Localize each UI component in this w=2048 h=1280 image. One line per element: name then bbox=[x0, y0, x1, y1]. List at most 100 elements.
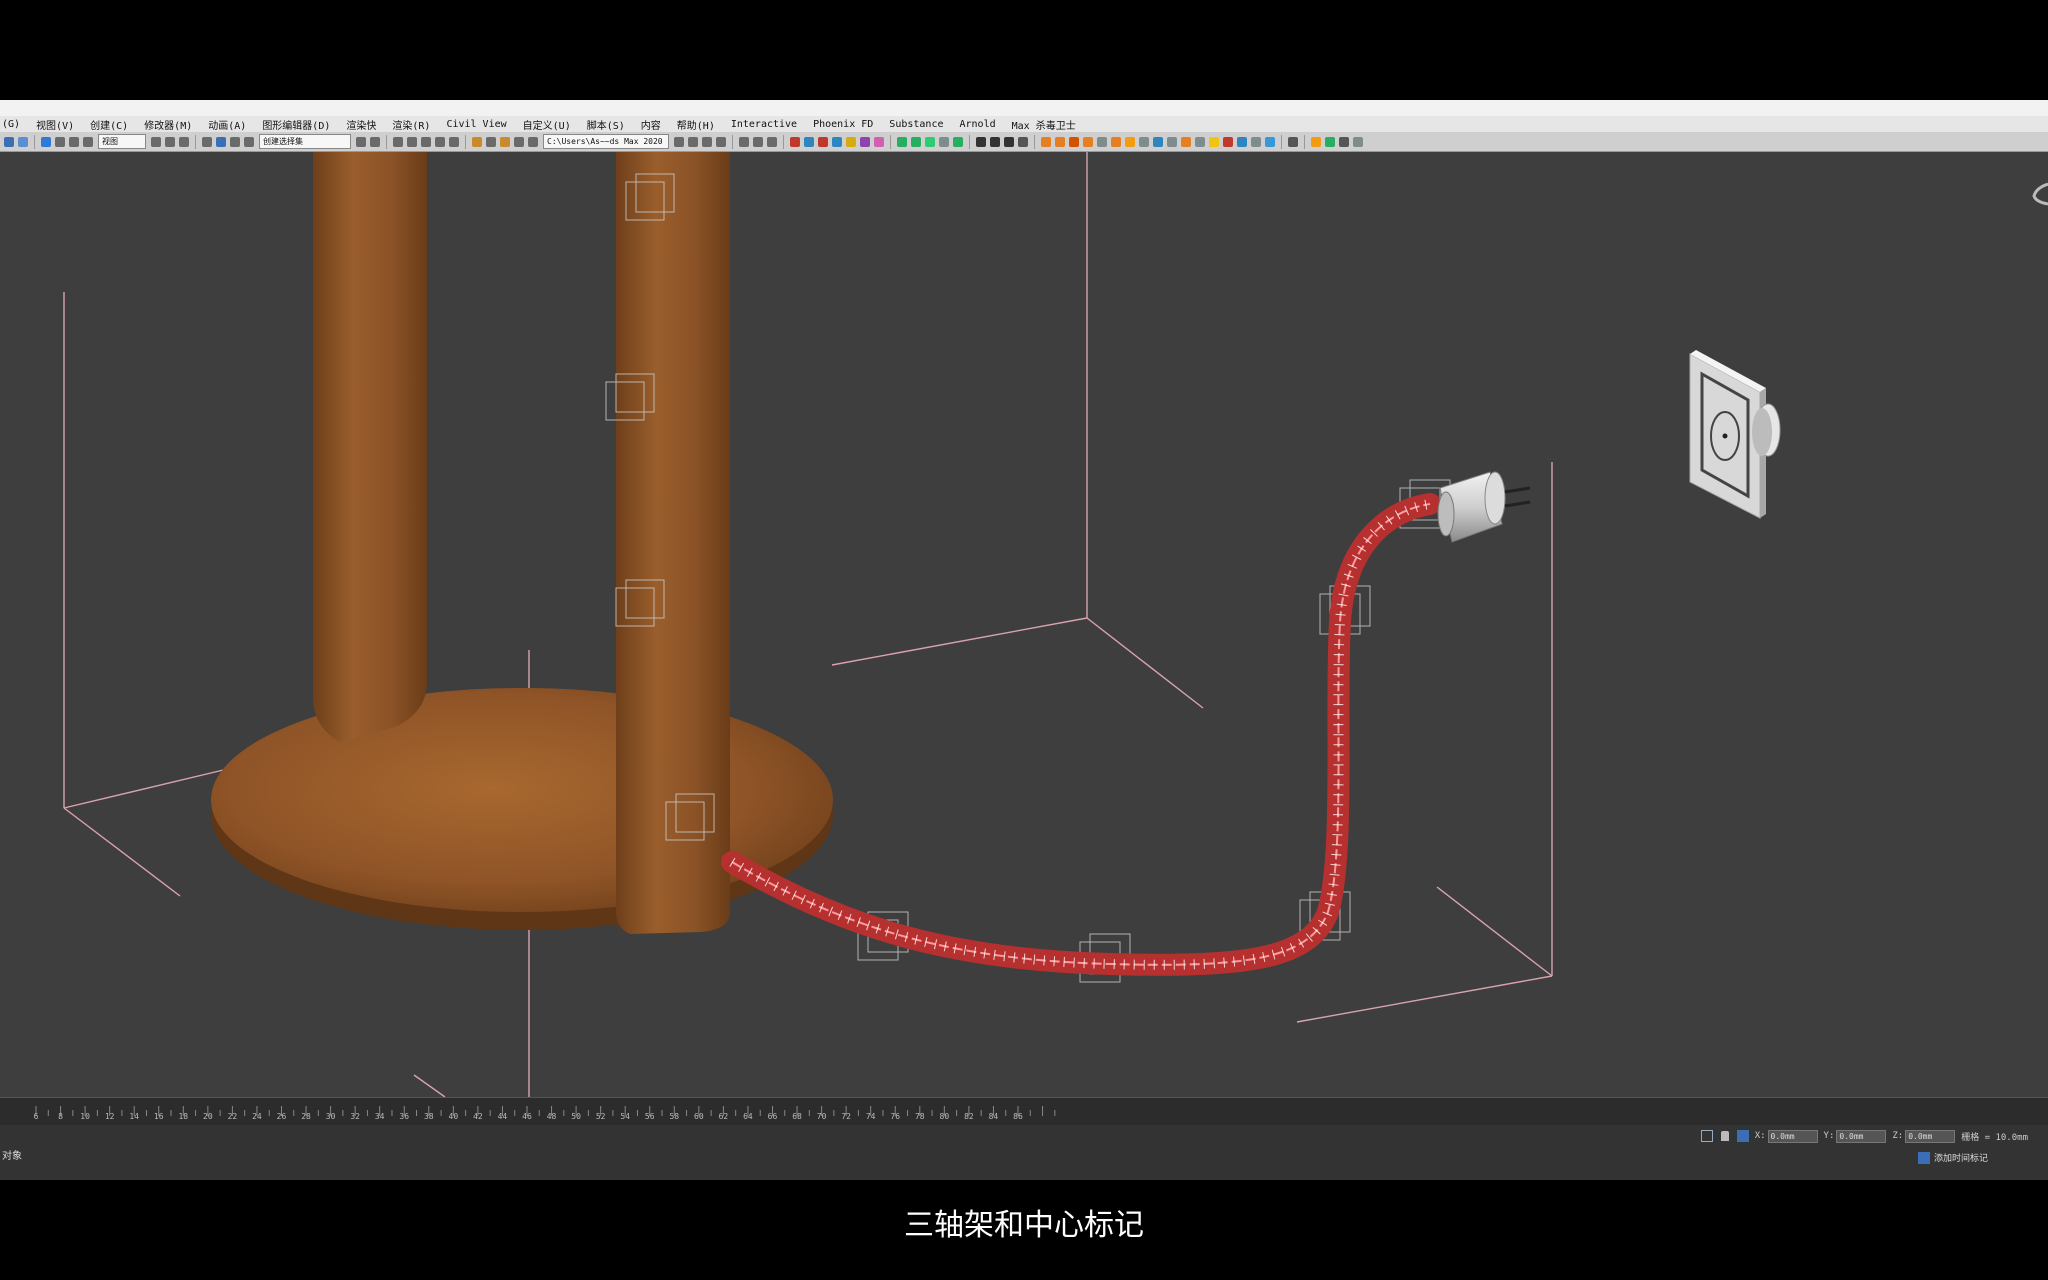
plugin-gray-icon[interactable] bbox=[1195, 136, 1205, 147]
plugin-red-icon[interactable] bbox=[1223, 136, 1233, 147]
plugin-red-icon[interactable] bbox=[790, 136, 800, 147]
select-icon[interactable] bbox=[4, 136, 14, 147]
plugin-gray-icon[interactable] bbox=[1251, 136, 1261, 147]
plugin-red-icon[interactable] bbox=[818, 136, 828, 147]
plug[interactable] bbox=[1437, 471, 1531, 543]
menu-item[interactable]: Max 杀毒卫士 bbox=[1012, 117, 1076, 132]
menu-item[interactable]: 动画(A) bbox=[208, 117, 246, 132]
lamp-base[interactable] bbox=[211, 688, 833, 930]
plugin-green-icon[interactable] bbox=[925, 136, 935, 147]
move-icon[interactable] bbox=[41, 136, 51, 147]
x-coordinate-field[interactable]: 0.0mm bbox=[1767, 1129, 1818, 1143]
lock-icon[interactable] bbox=[1720, 1131, 1729, 1141]
plugin-blue-icon[interactable] bbox=[1237, 136, 1247, 147]
spinner-snap-icon[interactable] bbox=[244, 136, 254, 147]
plugin-gray-icon[interactable] bbox=[1097, 136, 1107, 147]
plugin-yellow-icon[interactable] bbox=[1209, 136, 1219, 147]
unlink-icon[interactable] bbox=[753, 136, 763, 147]
curve-editor-icon[interactable] bbox=[421, 136, 431, 147]
plugin-blue-icon[interactable] bbox=[832, 136, 842, 147]
render-cloud-icon[interactable] bbox=[528, 136, 538, 147]
plugin-pink-icon[interactable] bbox=[874, 136, 884, 147]
percent-snap-icon[interactable] bbox=[230, 136, 240, 147]
perspective-viewport[interactable] bbox=[0, 152, 2048, 1097]
y-coordinate-field[interactable]: 0.0mm bbox=[1836, 1129, 1887, 1143]
plugin-green-icon[interactable] bbox=[1325, 136, 1335, 147]
add-time-tag[interactable]: 添加时间标记 bbox=[1917, 1151, 1988, 1164]
menu-item[interactable]: Phoenix FD bbox=[813, 119, 873, 130]
fire-icon[interactable] bbox=[1083, 136, 1093, 147]
place-icon[interactable] bbox=[83, 136, 93, 147]
rotate-icon[interactable] bbox=[55, 136, 65, 147]
plugin-blue-icon[interactable] bbox=[804, 136, 814, 147]
pause-icon[interactable] bbox=[990, 136, 1000, 147]
plugin-yellow-icon[interactable] bbox=[846, 136, 856, 147]
play-icon[interactable] bbox=[976, 136, 986, 147]
bind-space-warp-icon[interactable] bbox=[767, 136, 777, 147]
container-icon[interactable] bbox=[702, 136, 712, 147]
plugin-green-icon[interactable] bbox=[911, 136, 921, 147]
menu-item[interactable]: Arnold bbox=[959, 119, 995, 130]
material-editor-icon[interactable] bbox=[449, 136, 459, 147]
fire-icon[interactable] bbox=[1069, 136, 1079, 147]
plugin-orange-icon[interactable] bbox=[1311, 136, 1321, 147]
stop-icon[interactable] bbox=[1004, 136, 1014, 147]
mirror-icon[interactable] bbox=[356, 136, 366, 147]
menu-item[interactable]: 自定义(U) bbox=[523, 117, 571, 132]
power-cable[interactable] bbox=[721, 493, 1441, 976]
fire-icon[interactable] bbox=[1111, 136, 1121, 147]
menu-item[interactable]: 渲染(R) bbox=[392, 117, 430, 132]
plugin-blue-icon[interactable] bbox=[1265, 136, 1275, 147]
angle-snap-icon[interactable] bbox=[216, 136, 226, 147]
record-icon[interactable] bbox=[1018, 136, 1028, 147]
menu-item[interactable]: 帮助(H) bbox=[677, 117, 715, 132]
reference-coordinate-dropdown[interactable]: 视图 bbox=[98, 134, 146, 149]
menu-item[interactable]: 图形编辑器(D) bbox=[262, 117, 330, 132]
plugin-gray-icon[interactable] bbox=[1167, 136, 1177, 147]
plugin-orange-icon[interactable] bbox=[1125, 136, 1135, 147]
wall-socket[interactable] bbox=[1689, 350, 1781, 519]
menu-item[interactable]: 创建(C) bbox=[90, 117, 128, 132]
rendered-frame-window-icon[interactable] bbox=[486, 136, 496, 147]
select-region-icon[interactable] bbox=[18, 136, 28, 147]
layer-explorer-icon[interactable] bbox=[393, 136, 403, 147]
plugin-green-icon[interactable] bbox=[953, 136, 963, 147]
align-icon[interactable] bbox=[370, 136, 380, 147]
ribbon-icon[interactable] bbox=[407, 136, 417, 147]
plugin-purple-icon[interactable] bbox=[860, 136, 870, 147]
plugin-gray-icon[interactable] bbox=[1139, 136, 1149, 147]
menu-item[interactable]: Interactive bbox=[731, 119, 797, 130]
xref-icon[interactable] bbox=[716, 136, 726, 147]
scale-icon[interactable] bbox=[69, 136, 79, 147]
fire-icon[interactable] bbox=[1055, 136, 1065, 147]
plugin-gray-icon[interactable] bbox=[1353, 136, 1363, 147]
absolute-mode-icon[interactable] bbox=[1736, 1130, 1749, 1142]
named-selection-set-dropdown[interactable]: 创建选择集 bbox=[259, 134, 351, 149]
menu-item[interactable]: Civil View bbox=[446, 119, 506, 130]
project-folder-icon[interactable] bbox=[674, 136, 684, 147]
render-setup-icon[interactable] bbox=[472, 136, 482, 147]
plugin-blue-icon[interactable] bbox=[1153, 136, 1163, 147]
menu-item[interactable]: 修改器(M) bbox=[144, 117, 192, 132]
keyboard-shortcut-icon[interactable] bbox=[179, 136, 189, 147]
help-icon[interactable] bbox=[1288, 136, 1298, 147]
scene-explorer-icon[interactable] bbox=[688, 136, 698, 147]
wrench-icon[interactable] bbox=[1339, 136, 1349, 147]
isolate-icon[interactable] bbox=[1700, 1130, 1713, 1142]
snap-3d-icon[interactable] bbox=[202, 136, 212, 147]
plugin-green-icon[interactable] bbox=[897, 136, 907, 147]
menu-item[interactable]: 渲染快 bbox=[346, 117, 376, 132]
time-slider[interactable]: 6 8 10 12 14 16 18 20 22 24 26 28 30 32 34 36 38 40 42 44 46… bbox=[0, 1097, 2048, 1126]
menu-item[interactable]: (G) bbox=[2, 119, 20, 130]
render-iterative-icon[interactable] bbox=[514, 136, 524, 147]
menu-item[interactable]: 脚本(S) bbox=[587, 117, 625, 132]
plugin-orange-icon[interactable] bbox=[1181, 136, 1191, 147]
menu-item[interactable]: 内容 bbox=[641, 117, 661, 132]
schematic-view-icon[interactable] bbox=[435, 136, 445, 147]
z-coordinate-field[interactable]: 0.0mm bbox=[1905, 1129, 1956, 1143]
render-production-icon[interactable] bbox=[500, 136, 510, 147]
select-manipulate-icon[interactable] bbox=[165, 136, 175, 147]
plugin-gray-icon[interactable] bbox=[939, 136, 949, 147]
link-icon[interactable] bbox=[739, 136, 749, 147]
pivot-icon[interactable] bbox=[151, 136, 161, 147]
